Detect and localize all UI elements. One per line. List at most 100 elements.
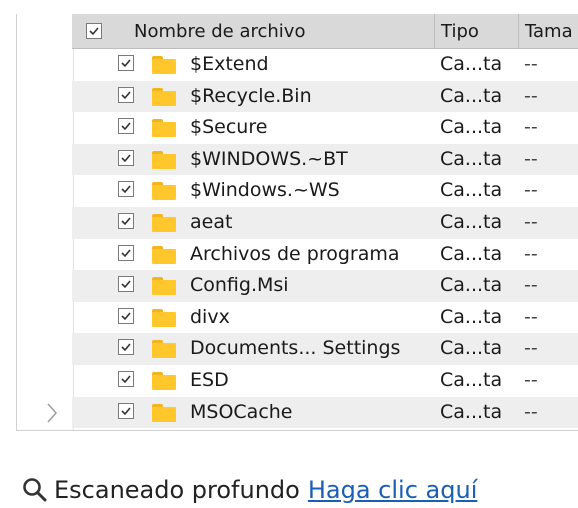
file-size: -- — [524, 305, 538, 328]
folder-icon-graphic — [152, 182, 176, 201]
file-checkbox[interactable] — [118, 276, 134, 293]
select-all-checkbox[interactable] — [86, 14, 102, 48]
folder-icon-graphic — [152, 213, 176, 232]
check-icon — [121, 185, 131, 194]
check-icon — [121, 280, 131, 289]
file-row[interactable]: Documents... Settings Ca...ta -- — [72, 333, 578, 365]
checkbox-box — [118, 276, 134, 293]
file-checkbox[interactable] — [118, 149, 134, 166]
folder-icon — [152, 150, 176, 169]
file-type: Ca...ta — [440, 116, 503, 139]
file-row[interactable]: Archivos de programa Ca...ta -- — [72, 239, 578, 271]
check-icon — [121, 154, 131, 162]
file-row[interactable]: MSOCache Ca...ta -- — [72, 396, 578, 429]
file-type: Ca...ta — [440, 242, 503, 265]
column-header: Nombre de archivo Tipo Tama — [72, 14, 578, 49]
folder-body — [152, 185, 176, 201]
folder-icon — [152, 182, 176, 201]
folder-icon-graphic — [152, 245, 176, 264]
file-checkbox[interactable] — [118, 86, 134, 103]
chevron-right-icon[interactable] — [34, 399, 70, 427]
check-icon — [121, 312, 131, 320]
file-size: -- — [524, 179, 538, 202]
file-type: Ca...ta — [440, 337, 503, 360]
file-row[interactable]: divx Ca...ta -- — [72, 302, 578, 334]
folder-body — [152, 406, 176, 422]
column-type-header[interactable]: Tipo — [434, 14, 525, 48]
folder-icon — [152, 403, 176, 422]
folder-icon — [152, 308, 176, 327]
file-size: -- — [524, 400, 538, 423]
checkbox-box — [118, 212, 134, 229]
file-type: Ca...ta — [440, 274, 503, 297]
folder-icon-graphic — [152, 150, 176, 169]
deep-scan-label: Escaneado profundo — [54, 476, 300, 504]
folder-icon-graphic — [152, 308, 176, 327]
file-row[interactable]: Config.Msi Ca...ta -- — [72, 270, 578, 302]
checkbox-box — [118, 55, 134, 71]
check-icon — [121, 343, 131, 352]
folder-icon — [152, 56, 176, 74]
file-checkbox[interactable] — [118, 402, 134, 419]
file-size: -- — [524, 274, 538, 297]
check-icon — [121, 91, 131, 99]
file-name: ESD — [190, 368, 229, 391]
check-icon — [89, 27, 99, 36]
file-checkbox[interactable] — [118, 181, 134, 198]
search-icon-graphic — [23, 478, 47, 502]
file-size: -- — [524, 242, 538, 265]
file-row[interactable]: $Secure Ca...ta -- — [72, 112, 578, 144]
file-type: Ca...ta — [440, 305, 503, 328]
folder-body — [152, 248, 176, 264]
deep-scan-link[interactable]: Haga clic aquí — [308, 476, 478, 504]
file-checkbox[interactable] — [118, 118, 134, 135]
file-recovery-panel: Nombre de archivo Tipo Tama $Extend Ca..… — [0, 0, 578, 508]
folder-body — [152, 280, 176, 296]
check-icon — [121, 122, 131, 131]
file-checkbox[interactable] — [118, 370, 134, 387]
folder-icon — [152, 371, 176, 390]
checkbox-box — [118, 244, 134, 261]
file-type: Ca...ta — [440, 147, 503, 170]
file-type: Ca...ta — [440, 400, 503, 423]
checkbox-box — [118, 181, 134, 198]
folder-icon-graphic — [152, 277, 176, 296]
file-type: Ca...ta — [440, 179, 503, 202]
check-icon — [121, 249, 131, 257]
folder-icon — [152, 245, 176, 264]
checkbox-box — [118, 86, 134, 103]
file-row[interactable]: $WINDOWS.~BT Ca...ta -- — [72, 143, 578, 176]
file-type: Ca...ta — [440, 210, 503, 233]
check-icon — [121, 375, 131, 384]
file-row[interactable]: $Recycle.Bin Ca...ta -- — [72, 80, 578, 113]
folder-icon-graphic — [152, 119, 176, 138]
file-checkbox[interactable] — [118, 307, 134, 324]
file-size: -- — [524, 337, 538, 360]
folder-body — [152, 90, 176, 106]
file-checkbox[interactable] — [118, 339, 134, 356]
file-name: Archivos de programa — [190, 242, 400, 265]
file-row[interactable]: $Extend Ca...ta -- — [72, 49, 578, 81]
file-row[interactable]: ESD Ca...ta -- — [72, 365, 578, 397]
divider — [16, 430, 578, 431]
file-checkbox[interactable] — [118, 212, 134, 229]
column-size-header[interactable]: Tama — [518, 14, 578, 48]
chevron-right-icon-graphic — [47, 403, 58, 423]
folder-icon — [152, 213, 176, 232]
file-checkbox[interactable] — [118, 244, 134, 261]
column-name-header[interactable]: Nombre de archivo — [134, 14, 434, 48]
check-icon — [121, 59, 131, 68]
file-name: $Secure — [190, 116, 268, 139]
file-row[interactable]: $Windows.~WS Ca...ta -- — [72, 175, 578, 207]
file-type: Ca...ta — [440, 368, 503, 391]
file-checkbox[interactable] — [118, 55, 134, 71]
folder-body — [152, 343, 176, 359]
file-name: $Windows.~WS — [190, 179, 340, 202]
file-name: $Recycle.Bin — [190, 84, 312, 107]
folder-body — [152, 153, 176, 169]
file-type: Ca...ta — [440, 53, 503, 75]
file-type: Ca...ta — [440, 84, 503, 107]
file-row[interactable]: aeat Ca...ta -- — [72, 206, 578, 239]
folder-icon-graphic — [152, 371, 176, 390]
folder-body — [152, 374, 176, 390]
